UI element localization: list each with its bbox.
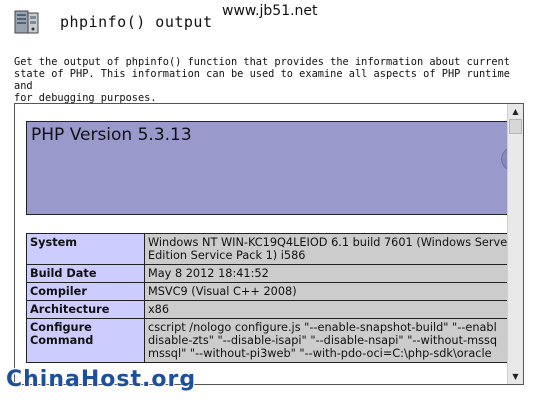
header: phpinfo() output	[12, 6, 213, 38]
row-value: May 8 2012 18:41:52	[144, 264, 507, 283]
watermark-bottom: ChinaHost.org	[6, 367, 197, 392]
page-title: phpinfo() output	[60, 13, 213, 31]
value-line: Edition Service Pack 1) i586	[148, 249, 306, 262]
table-row: Compiler MSVC9 (Visual C++ 2008)	[26, 282, 507, 301]
row-key: Architecture	[26, 300, 145, 319]
key-line: Command	[30, 334, 94, 347]
arrow-down-icon: ▼	[512, 372, 519, 381]
scroll-down-button[interactable]: ▼	[508, 369, 523, 384]
phpinfo-table: System Windows NT WIN-KC19Q4LEIOD 6.1 bu…	[26, 233, 507, 363]
page: phpinfo() output www.jb51.net Get the ou…	[0, 0, 539, 408]
table-row: Configure Command cscript /nologo config…	[26, 318, 507, 363]
server-icon	[12, 7, 42, 37]
key-line: Configure	[30, 321, 92, 334]
row-key: Build Date	[26, 264, 145, 283]
table-row: Build Date May 8 2012 18:41:52	[26, 264, 507, 283]
description-line: state of PHP. This information can be us…	[14, 68, 510, 92]
table-row: Architecture x86	[26, 300, 507, 319]
row-value: cscript /nologo configure.js "--enable-s…	[144, 318, 507, 363]
row-value: MSVC9 (Visual C++ 2008)	[144, 282, 507, 301]
row-key: Compiler	[26, 282, 145, 301]
scroll-thumb[interactable]	[509, 119, 522, 134]
value-line: cscript /nologo configure.js "--enable-s…	[148, 321, 497, 334]
row-key: Configure Command	[26, 318, 145, 363]
value-line: mssql" "--without-pi3web" "--with-pdo-oc…	[148, 347, 492, 360]
arrow-up-icon: ▲	[512, 107, 519, 116]
description: Get the output of phpinfo() function tha…	[14, 56, 529, 104]
phpinfo-frame[interactable]: PHP Version 5.3.13 System Windows NT WIN…	[14, 103, 524, 385]
watermark-top: www.jb51.net	[222, 3, 318, 19]
description-line: Get the output of phpinfo() function tha…	[14, 56, 510, 68]
phpinfo-content: PHP Version 5.3.13 System Windows NT WIN…	[15, 104, 507, 384]
row-value: x86	[144, 300, 507, 319]
table-row: System Windows NT WIN-KC19Q4LEIOD 6.1 bu…	[26, 233, 507, 265]
php-version-title: PHP Version 5.3.13	[31, 125, 192, 145]
value-line: Windows NT WIN-KC19Q4LEIOD 6.1 build 760…	[148, 236, 507, 249]
scroll-up-button[interactable]: ▲	[508, 104, 523, 119]
value-line: disable-zts" "--disable-isapi" "--disabl…	[148, 334, 498, 347]
row-key: System	[26, 233, 145, 265]
vertical-scrollbar[interactable]: ▲ ▼	[507, 104, 523, 384]
row-value: Windows NT WIN-KC19Q4LEIOD 6.1 build 760…	[144, 233, 507, 265]
php-version-banner: PHP Version 5.3.13	[26, 121, 507, 215]
